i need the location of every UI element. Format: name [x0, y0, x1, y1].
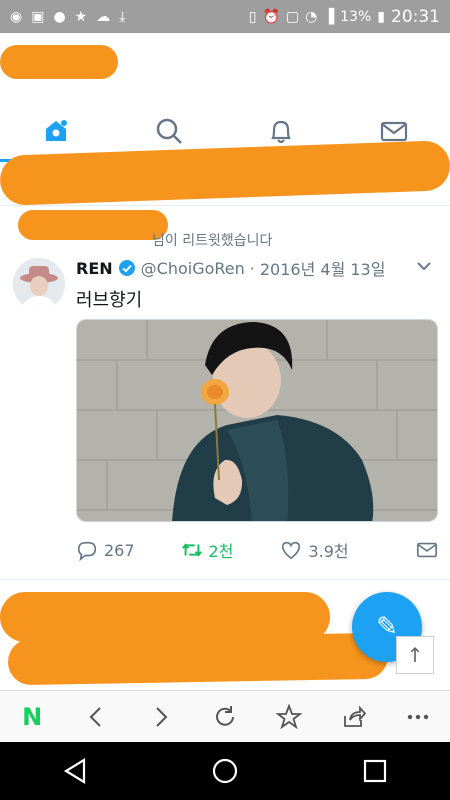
dm-share-button[interactable] [416, 539, 438, 561]
back-button[interactable] [76, 697, 116, 737]
triangle-back-icon [63, 758, 86, 784]
like-count: 3.9천 [308, 542, 349, 561]
download-icon: ⤓ [119, 8, 126, 25]
star-icon [276, 703, 303, 729]
share-icon [343, 705, 366, 727]
forward-button[interactable] [141, 697, 181, 737]
nav-home-button[interactable] [200, 746, 250, 796]
tweet-actions: 267 2천 3.9천 [76, 537, 438, 563]
bell-icon [271, 120, 292, 143]
reply-button[interactable]: 267 [76, 539, 135, 561]
redaction-mark [0, 45, 118, 79]
naver-logo-icon: N [22, 702, 43, 731]
tweet-photo[interactable] [76, 319, 438, 522]
circle-home-icon [212, 758, 238, 784]
battery-level: 13% [340, 8, 372, 25]
retweet-count: 2천 [208, 542, 234, 561]
status-right: ▯ ⏰ ▢ ◔ ▐ 13% ▮ 20:31 [249, 7, 440, 27]
status-left-icons: ◉ ▣ ● ★ ☁ ⤓ [10, 10, 125, 24]
redaction-mark [18, 210, 168, 240]
reply-count: 267 [104, 540, 135, 560]
like-button[interactable]: 3.9천 [280, 538, 349, 562]
arrow-up-icon: ↑ [406, 643, 424, 667]
redaction-mark [7, 632, 389, 686]
chevron-left-icon [90, 706, 102, 727]
signal-icon: ▐ [323, 8, 335, 25]
tweet-header: REN @ChoiGoRen · 2016년 4월 13일 [76, 256, 385, 280]
retweet-note: 님이 리트윗했습니다 [152, 233, 273, 249]
more-options-button[interactable] [398, 697, 438, 737]
gallery-icon: ▣ [31, 8, 45, 25]
star-icon: ★ [74, 8, 88, 25]
tweet-card[interactable]: REN @ChoiGoRen · 2016년 4월 13일 러브향기 267 2… [0, 250, 450, 580]
refresh-button[interactable] [205, 697, 245, 737]
naver-home-button[interactable]: N [12, 697, 52, 737]
verified-icon [118, 260, 135, 276]
clock: 20:31 [391, 6, 440, 27]
home-icon [46, 119, 68, 141]
share-button[interactable] [334, 697, 374, 737]
reply-icon [77, 541, 97, 561]
photo-image [77, 320, 437, 521]
chevron-right-icon [155, 706, 168, 727]
system-nav-bar [0, 742, 450, 800]
cloud-icon: ☁ [96, 8, 111, 25]
chevron-down-icon[interactable] [414, 256, 434, 280]
retweet-button[interactable]: 2천 [181, 538, 234, 562]
avatar[interactable] [13, 258, 65, 310]
battery-icon: ▮ [377, 8, 385, 25]
author-name[interactable]: REN [76, 259, 113, 278]
alarm-icon: ⏰ [262, 8, 280, 25]
bookmark-button[interactable] [269, 697, 309, 737]
refresh-icon [215, 705, 234, 726]
scroll-to-top-button[interactable]: ↑ [396, 636, 434, 674]
nav-back-button[interactable] [50, 746, 100, 796]
tweet-date[interactable]: 2016년 4월 13일 [260, 256, 386, 280]
status-bar: ◉ ▣ ● ★ ☁ ⤓ ▯ ⏰ ▢ ◔ ▐ 13% ▮ 20:31 [0, 0, 450, 33]
compose-icon: ✎ [376, 612, 398, 642]
messenger-icon: ● [53, 8, 66, 25]
nav-recents-button[interactable] [350, 746, 400, 796]
app-header [0, 33, 450, 93]
vibrate-icon: ▯ [248, 8, 257, 25]
retweet-icon [181, 543, 202, 557]
square-recents-icon [363, 759, 387, 783]
wifi-icon: ◔ [305, 8, 318, 25]
search-icon [156, 118, 182, 144]
hd-icon: ▢ [285, 8, 300, 25]
g-icon: ◉ [10, 8, 23, 25]
avatar-image [13, 258, 65, 310]
browser-toolbar: N [0, 690, 450, 742]
mail-icon [417, 542, 437, 558]
more-icon [407, 714, 429, 719]
tweet-text: 러브향기 [76, 290, 143, 311]
heart-icon [282, 541, 301, 560]
separator: · [249, 258, 255, 278]
author-handle[interactable]: @ChoiGoRen [141, 259, 245, 278]
